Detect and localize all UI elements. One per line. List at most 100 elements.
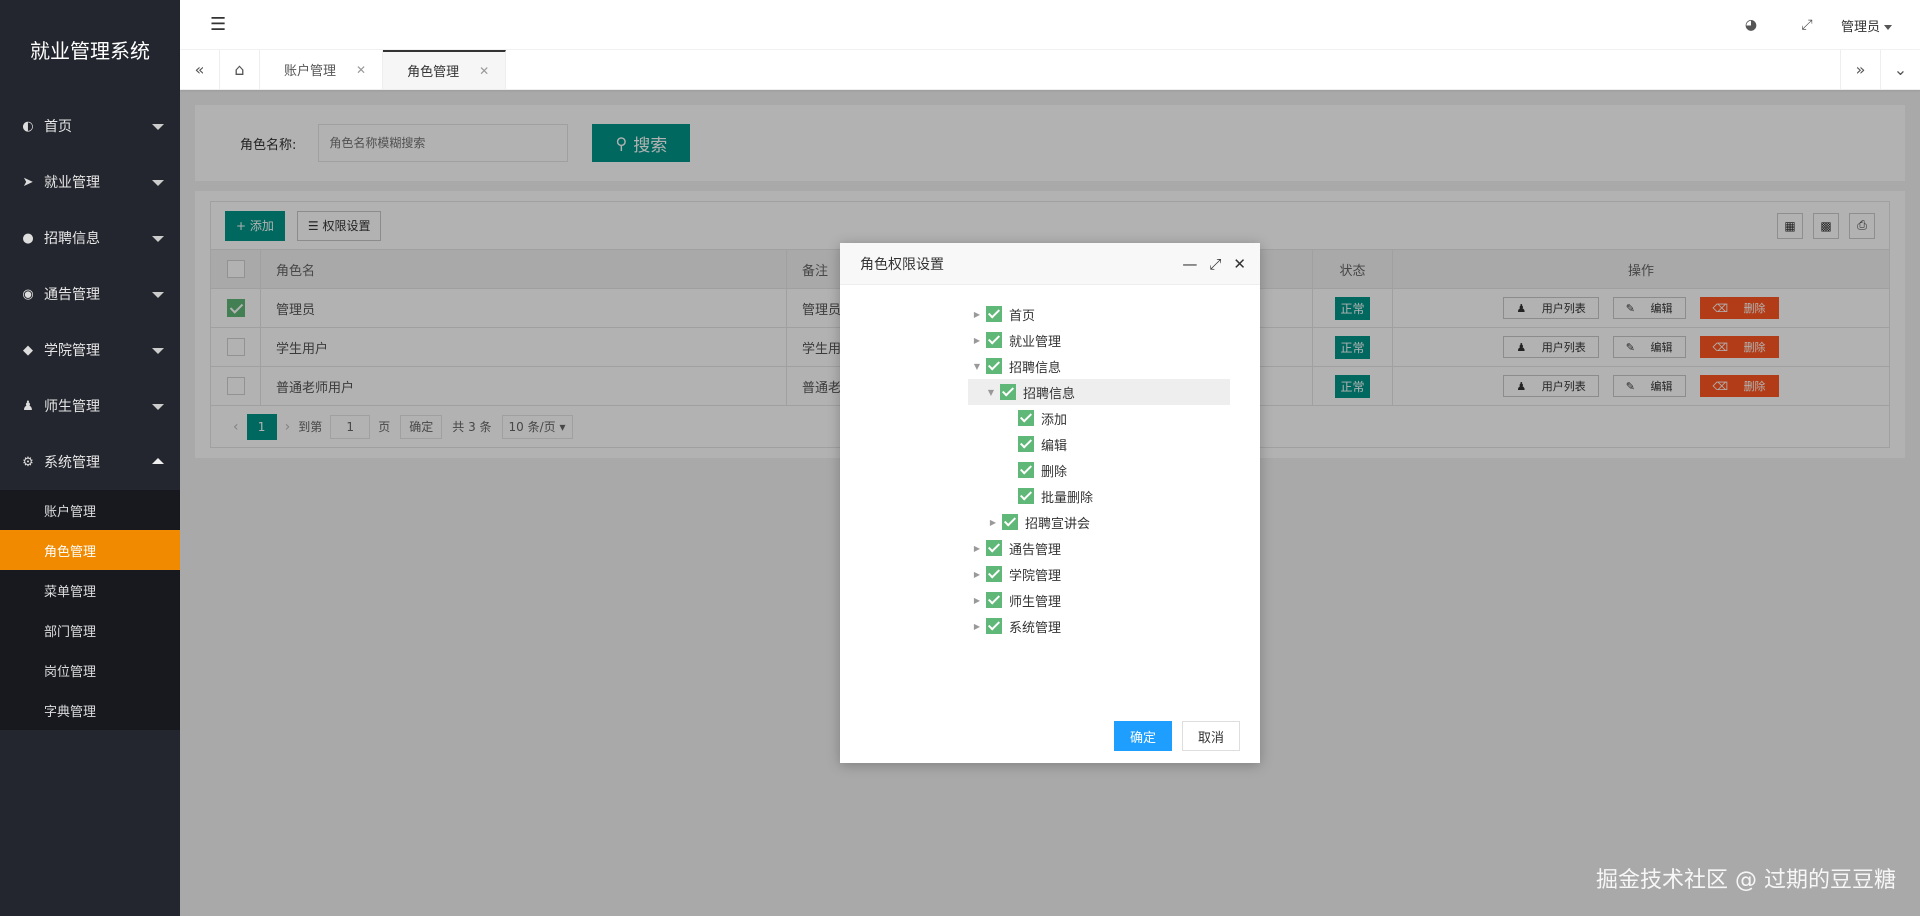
role-permission-dialog: 角色权限设置 — ⤢ ✕ ▶ 首页 ▶ 就业管理 ▼ 招聘信息 ▼ 招聘信息 添加 编辑… [840, 243, 1260, 763]
theme-icon[interactable]: ◕ [1723, 17, 1779, 33]
tabs-bar: « ⌂ 账户管理 ✕ 角色管理 ✕ » ⌄ [180, 50, 1920, 90]
tree-node[interactable]: 编辑 [970, 431, 1230, 457]
expand-arrow-icon[interactable]: ▶ [970, 596, 984, 605]
tree-node[interactable]: 批量删除 [970, 483, 1230, 509]
sidebar-item-home[interactable]: ◐ 首页 [0, 98, 180, 154]
tree-node-label: 首页 [1009, 308, 1036, 324]
expand-arrow-icon[interactable]: ▶ [970, 570, 984, 579]
chevron-down-icon [152, 292, 164, 298]
tree-node-label: 通告管理 [1009, 542, 1062, 558]
sidebar-item-departments[interactable]: 部门管理 [0, 610, 180, 650]
chevron-up-icon [152, 458, 164, 464]
tree-checkbox[interactable] [986, 592, 1002, 608]
system-submenu: 账户管理 角色管理 菜单管理 部门管理 岗位管理 字典管理 [0, 490, 180, 730]
confirm-button[interactable]: 确定 [1113, 721, 1172, 751]
sidebar-item-dictionary[interactable]: 字典管理 [0, 690, 180, 730]
tree-node[interactable]: 添加 [970, 405, 1230, 431]
tree-node-label: 就业管理 [1009, 334, 1062, 350]
tree-node[interactable]: ▶ 首页 [970, 301, 1230, 327]
maximize-icon[interactable]: ⤢ [1209, 255, 1221, 273]
close-icon[interactable]: ✕ [1233, 255, 1246, 273]
menu-toggle-icon[interactable]: ☰ [210, 14, 226, 35]
tree-node[interactable]: ▼ 招聘信息 [970, 353, 1230, 379]
tab-label: 账户管理 [284, 64, 337, 79]
sidebar-item-teacher-student[interactable]: ♟ 师生管理 [0, 378, 180, 434]
close-icon[interactable]: ✕ [356, 63, 366, 77]
sidebar-item-employment[interactable]: ➤ 就业管理 [0, 154, 180, 210]
dialog-header: 角色权限设置 — ⤢ ✕ [840, 243, 1260, 285]
tree-node[interactable]: ▶ 系统管理 [970, 613, 1230, 639]
collapse-arrow-icon[interactable]: ▼ [970, 362, 984, 371]
expand-arrow-icon[interactable]: ▶ [970, 622, 984, 631]
top-header: ☰ ◕ ⤢ 管理员 [180, 0, 1920, 50]
sidebar-item-positions[interactable]: 岗位管理 [0, 650, 180, 690]
scroll-right-icon[interactable]: » [1840, 50, 1880, 89]
tree-node-label: 批量删除 [1041, 490, 1094, 506]
tree-node-label: 系统管理 [1009, 620, 1062, 636]
sidebar-item-label: 招聘信息 [44, 231, 100, 247]
tabs-dropdown-icon[interactable]: ⌄ [1880, 50, 1920, 89]
tree-checkbox[interactable] [986, 618, 1002, 634]
sidebar-item-label: 通告管理 [44, 287, 100, 303]
dialog-title: 角色权限设置 [860, 256, 944, 273]
expand-arrow-icon[interactable]: ▶ [986, 518, 1000, 527]
sidebar-item-college[interactable]: ◆ 学院管理 [0, 322, 180, 378]
expand-arrow-icon[interactable]: ▶ [970, 310, 984, 319]
user-menu[interactable]: 管理员 [1835, 16, 1920, 35]
tree-checkbox[interactable] [986, 540, 1002, 556]
send-icon: ➤ [22, 174, 34, 190]
tree-node[interactable]: ▶ 招聘宣讲会 [970, 509, 1230, 535]
tree-node[interactable]: ▶ 师生管理 [970, 587, 1230, 613]
tree-node-label: 学院管理 [1009, 568, 1062, 584]
tree-checkbox[interactable] [986, 358, 1002, 374]
gear-icon: ⚙ [22, 454, 34, 470]
tree-node-label: 招聘信息 [1009, 360, 1062, 376]
collapse-arrow-icon[interactable]: ▼ [984, 388, 998, 397]
close-icon[interactable]: ✕ [479, 64, 489, 78]
tree-checkbox[interactable] [986, 566, 1002, 582]
caret-down-icon [1884, 24, 1892, 30]
sidebar-item-accounts[interactable]: 账户管理 [0, 490, 180, 530]
sidebar-item-system[interactable]: ⚙ 系统管理 [0, 434, 180, 490]
permission-tree: ▶ 首页 ▶ 就业管理 ▼ 招聘信息 ▼ 招聘信息 添加 编辑 删除 批量删除 ▶ 招聘宣… [968, 301, 1230, 639]
app-title: 就业管理系统 [30, 38, 150, 63]
tree-node-label: 添加 [1041, 412, 1068, 428]
fullscreen-icon[interactable]: ⤢ [1779, 17, 1835, 33]
expand-arrow-icon[interactable]: ▶ [970, 336, 984, 345]
user-name: 管理员 [1840, 19, 1880, 35]
minimize-icon[interactable]: — [1182, 255, 1197, 273]
tree-checkbox[interactable] [1018, 410, 1034, 426]
tree-node-label: 招聘信息 [1023, 386, 1076, 402]
home-tab-icon[interactable]: ⌂ [220, 50, 260, 89]
tree-node[interactable]: ▶ 就业管理 [970, 327, 1230, 353]
cancel-button[interactable]: 取消 [1181, 721, 1240, 751]
tree-node[interactable]: ▼ 招聘信息 [968, 379, 1230, 405]
sidebar: 就业管理系统 ◐ 首页 ➤ 就业管理 ● 招聘信息 ◉ 通告管理 ◆ 学院管理 … [0, 0, 180, 916]
tab-roles[interactable]: 角色管理 ✕ [383, 50, 507, 89]
tree-node[interactable]: ▶ 通告管理 [970, 535, 1230, 561]
chevron-down-icon [152, 124, 164, 130]
sidebar-item-roles[interactable]: 角色管理 [0, 530, 180, 570]
tree-checkbox[interactable] [986, 306, 1002, 322]
scroll-left-icon[interactable]: « [180, 50, 220, 89]
tree-checkbox[interactable] [1018, 462, 1034, 478]
layers-icon: ◆ [23, 342, 33, 358]
tree-node[interactable]: 删除 [970, 457, 1230, 483]
tree-checkbox[interactable] [1000, 384, 1016, 400]
users-icon: ● [22, 230, 34, 246]
expand-arrow-icon[interactable]: ▶ [970, 544, 984, 553]
tree-checkbox[interactable] [1002, 514, 1018, 530]
tree-node[interactable]: ▶ 学院管理 [970, 561, 1230, 587]
tree-checkbox[interactable] [1018, 436, 1034, 452]
tree-node-label: 招聘宣讲会 [1025, 516, 1091, 532]
tree-checkbox[interactable] [1018, 488, 1034, 504]
tree-checkbox[interactable] [986, 332, 1002, 348]
tree-node-label: 删除 [1041, 464, 1068, 480]
tree-node-label: 师生管理 [1009, 594, 1062, 610]
tab-accounts[interactable]: 账户管理 ✕ [260, 50, 384, 89]
sidebar-item-recruitment[interactable]: ● 招聘信息 [0, 210, 180, 266]
sidebar-item-notice[interactable]: ◉ 通告管理 [0, 266, 180, 322]
sidebar-item-label: 系统管理 [44, 455, 100, 471]
sidebar-item-menus[interactable]: 菜单管理 [0, 570, 180, 610]
sidebar-item-label: 就业管理 [44, 175, 100, 191]
